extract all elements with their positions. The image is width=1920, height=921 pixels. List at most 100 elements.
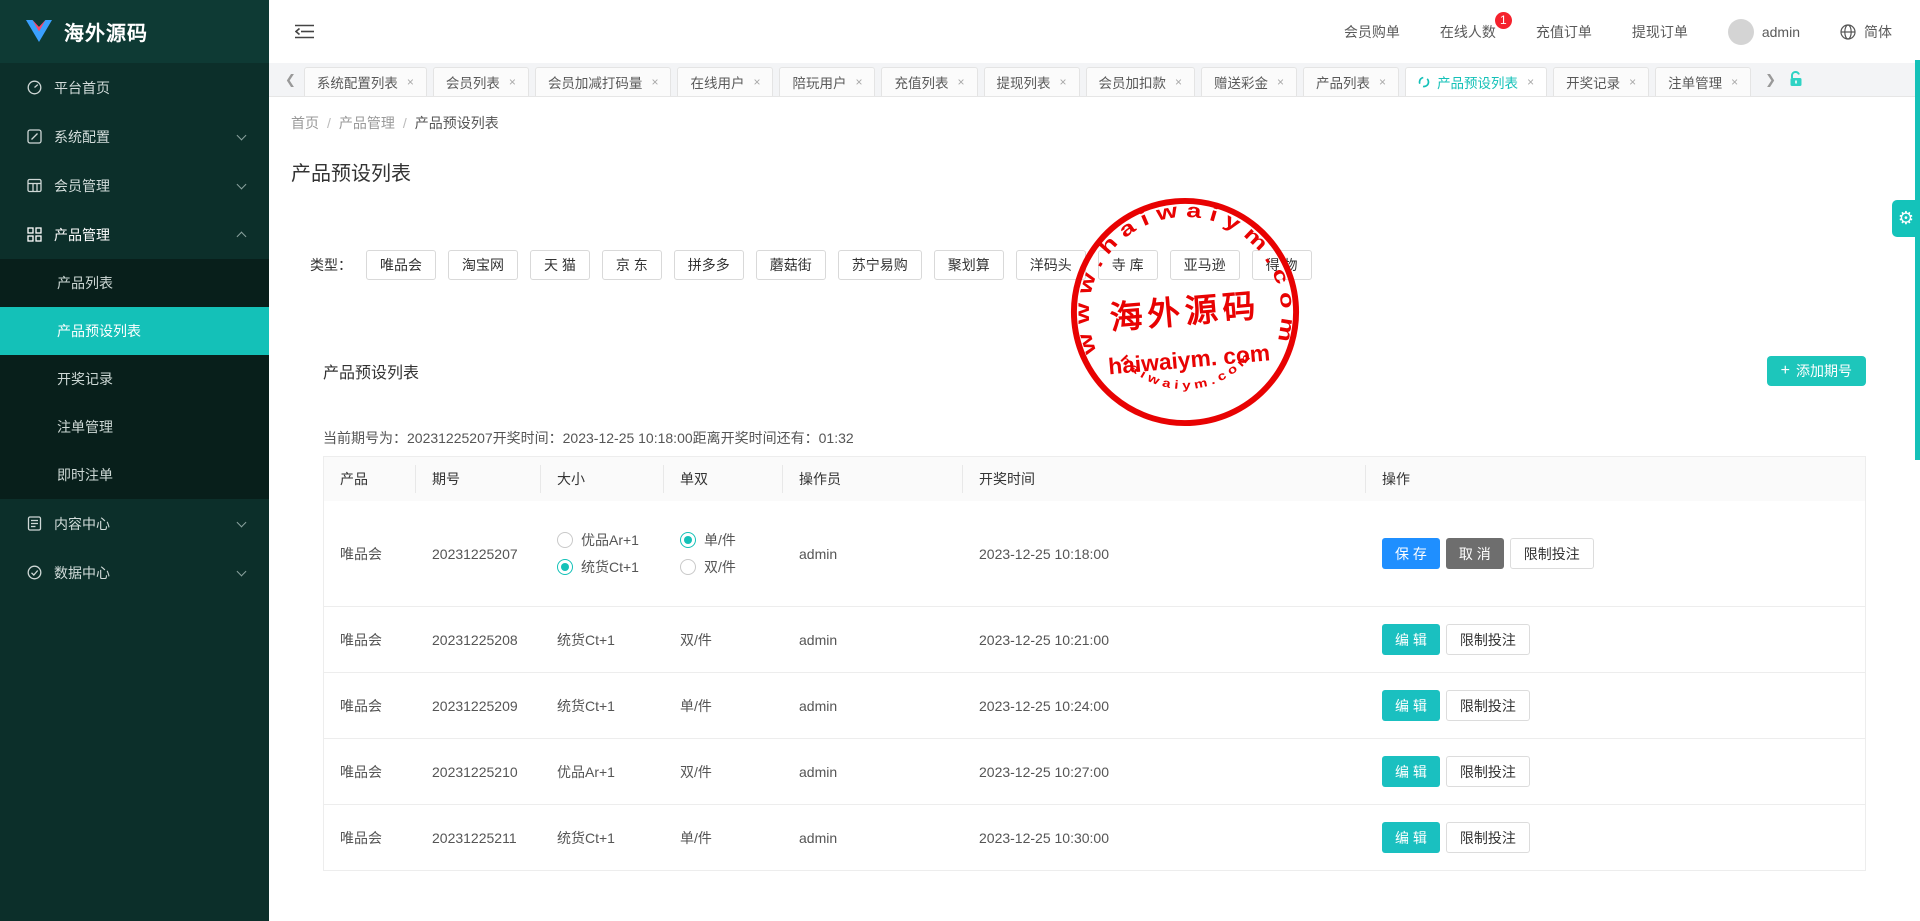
sidebar-item-label: 平台首页 [54, 78, 110, 98]
cell-draw-time: 2023-12-25 10:27:00 [963, 764, 1366, 780]
edit-button[interactable]: 编 辑 [1382, 756, 1440, 787]
settings-gear-button[interactable]: ⚙ [1892, 200, 1920, 237]
tab[interactable]: 产品列表× [1303, 67, 1399, 96]
tab-close-icon[interactable]: × [855, 75, 862, 89]
tab-close-icon[interactable]: × [1379, 75, 1386, 89]
cell-parity: 双/件 [664, 762, 783, 782]
sidebar-subitem[interactable]: 即时注单 [0, 451, 269, 499]
radio-checked-icon[interactable] [557, 559, 573, 575]
filter-type-button[interactable]: 淘宝网 [448, 250, 518, 280]
breadcrumb-item[interactable]: 首页 [291, 115, 319, 131]
tab[interactable]: 开奖记录× [1553, 67, 1649, 96]
gear-icon: ⚙ [1898, 208, 1914, 229]
tab[interactable]: 会员列表× [433, 67, 529, 96]
tabs-scroll-left-icon[interactable]: ❮ [285, 72, 304, 96]
topbar-link[interactable]: 充值订单 [1536, 22, 1592, 42]
tab[interactable]: 赠送彩金× [1201, 67, 1297, 96]
user-menu[interactable]: admin [1728, 19, 1800, 45]
filter-type-button[interactable]: 聚划算 [934, 250, 1004, 280]
cell-size: 优品Ar+1 统货Ct+1 [541, 530, 664, 577]
tab-close-icon[interactable]: × [1175, 75, 1182, 89]
chevron-down-icon [237, 130, 247, 140]
edit-button[interactable]: 编 辑 [1382, 624, 1440, 655]
radio-option-size[interactable]: 统货Ct+1 [557, 557, 664, 577]
sidebar-item-members[interactable]: 会员管理 [0, 161, 269, 210]
tab-close-icon[interactable]: × [1060, 75, 1067, 89]
tab[interactable]: 注单管理× [1655, 67, 1751, 96]
edit-button[interactable]: 编 辑 [1382, 822, 1440, 853]
language-label: 简体 [1864, 22, 1892, 42]
cell-product: 唯品会 [324, 696, 416, 716]
sidebar-item-dashboard[interactable]: 平台首页 [0, 63, 269, 112]
tab-close-icon[interactable]: × [957, 75, 964, 89]
radio-option-parity[interactable]: 双/件 [680, 557, 783, 577]
table-row: 唯品会20231225211统货Ct+1单/件admin2023-12-25 1… [324, 805, 1865, 871]
filter-type-button[interactable]: 寺 库 [1098, 250, 1158, 280]
tab[interactable]: 充值列表× [881, 67, 977, 96]
lock-icon[interactable] [1788, 70, 1804, 90]
cell-size: 优品Ar+1 [541, 762, 664, 782]
radio-unchecked-icon[interactable] [680, 559, 696, 575]
filter-type-button[interactable]: 唯品会 [366, 250, 436, 280]
tab-close-icon[interactable]: × [407, 75, 414, 89]
sidebar-subitem[interactable]: 注单管理 [0, 403, 269, 451]
sidebar-subitem[interactable]: 产品列表 [0, 259, 269, 307]
filter-type-button[interactable]: 亚马逊 [1170, 250, 1240, 280]
column-header: 期号 [416, 465, 541, 493]
restrict-bet-button[interactable]: 限制投注 [1446, 690, 1530, 721]
cell-product: 唯品会 [324, 544, 416, 564]
filter-type-button[interactable]: 得 物 [1252, 250, 1312, 280]
filter-type-button[interactable]: 天 猫 [530, 250, 590, 280]
filter-type-button[interactable]: 蘑菇街 [756, 250, 826, 280]
tab[interactable]: 系统配置列表× [304, 67, 427, 96]
scrollbar-strip[interactable] [1915, 60, 1920, 460]
tab[interactable]: 提现列表× [984, 67, 1080, 96]
tab[interactable]: 在线用户× [677, 67, 773, 96]
breadcrumb-item[interactable]: 产品管理 [339, 115, 395, 131]
tab-close-icon[interactable]: × [509, 75, 516, 89]
radio-unchecked-icon[interactable] [557, 532, 573, 548]
cell-operator: admin [783, 546, 963, 562]
tab-close-icon[interactable]: × [1277, 75, 1284, 89]
breadcrumb-item: 产品预设列表 [415, 115, 499, 131]
language-switch[interactable]: 简体 [1840, 22, 1892, 42]
cell-parity: 双/件 [664, 630, 783, 650]
filter-type-button[interactable]: 苏宁易购 [838, 250, 922, 280]
tab-close-icon[interactable]: × [1629, 75, 1636, 89]
topbar-link[interactable]: 提现订单 [1632, 22, 1688, 42]
tab[interactable]: 会员加减打码量× [535, 67, 672, 96]
tab[interactable]: 陪玩用户× [779, 67, 875, 96]
restrict-bet-button[interactable]: 限制投注 [1510, 538, 1594, 569]
tab[interactable]: 产品预设列表× [1405, 67, 1547, 96]
sidebar-subitem[interactable]: 开奖记录 [0, 355, 269, 403]
topbar-link[interactable]: 在线人数1 [1440, 22, 1496, 42]
filter-type-button[interactable]: 拼多多 [674, 250, 744, 280]
save-button[interactable]: 保 存 [1382, 538, 1440, 569]
radio-option-size[interactable]: 优品Ar+1 [557, 530, 664, 550]
add-issue-button[interactable]: + 添加期号 [1767, 356, 1866, 386]
radio-option-parity[interactable]: 单/件 [680, 530, 783, 550]
tabs-scroll-right-icon[interactable]: ❯ [1757, 72, 1782, 96]
tab-close-icon[interactable]: × [1731, 75, 1738, 89]
tab-close-icon[interactable]: × [1527, 75, 1534, 89]
tab-close-icon[interactable]: × [753, 75, 760, 89]
restrict-bet-button[interactable]: 限制投注 [1446, 756, 1530, 787]
sidebar-collapse-icon[interactable] [295, 24, 314, 39]
cell-operator: admin [783, 764, 963, 780]
restrict-bet-button[interactable]: 限制投注 [1446, 624, 1530, 655]
edit-button[interactable]: 编 辑 [1382, 690, 1440, 721]
restrict-bet-button[interactable]: 限制投注 [1446, 822, 1530, 853]
tab-close-icon[interactable]: × [651, 75, 658, 89]
topbar-link[interactable]: 会员购单 [1344, 22, 1400, 42]
sidebar: 海外源码 平台首页系统配置会员管理产品管理产品列表产品预设列表开奖记录注单管理即… [0, 0, 269, 921]
radio-checked-icon[interactable] [680, 532, 696, 548]
sidebar-subitem[interactable]: 产品预设列表 [0, 307, 269, 355]
filter-type-button[interactable]: 京 东 [602, 250, 662, 280]
filter-type-button[interactable]: 洋码头 [1016, 250, 1086, 280]
tab[interactable]: 会员加扣款× [1086, 67, 1196, 96]
sidebar-item-products[interactable]: 产品管理 [0, 210, 269, 259]
cancel-button[interactable]: 取 消 [1446, 538, 1504, 569]
sidebar-item-system-config[interactable]: 系统配置 [0, 112, 269, 161]
sidebar-item-data[interactable]: 数据中心 [0, 548, 269, 597]
sidebar-item-content[interactable]: 内容中心 [0, 499, 269, 548]
